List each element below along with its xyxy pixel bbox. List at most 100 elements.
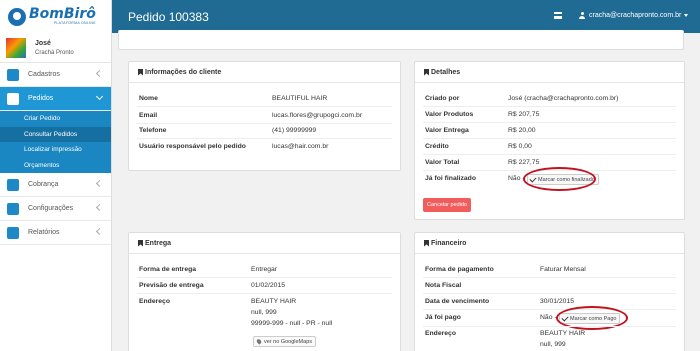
google-maps-button[interactable]: ver no GoogleMaps: [253, 336, 316, 347]
entrega-panel: Entrega Forma de entrega Entregar Previs…: [128, 232, 401, 351]
value-endereco: BEAUTY HAIR: [540, 330, 586, 337]
bar-chart-icon: [7, 226, 19, 239]
sidebar-item-label: Pedidos: [28, 95, 54, 102]
cancel-order-label: Cancelar pedido: [427, 202, 468, 208]
label-nome: Nome: [139, 95, 158, 102]
hamburger-icon[interactable]: [554, 12, 562, 19]
sidebar: BomBirô PLATAFORMA ONLINE José Crachá Pr…: [0, 0, 112, 351]
label-usuario: Usuário responsável pelo pedido: [139, 143, 246, 150]
submenu-orcamentos[interactable]: Orçamentos: [0, 158, 111, 174]
address-line: 99999-999 - null - PR - null: [251, 320, 333, 327]
label-email: Email: [139, 112, 158, 119]
gear-icon: [7, 202, 19, 215]
submenu-localizar-impressao[interactable]: Localizar impressão: [0, 142, 111, 158]
chevron-left-icon: [95, 227, 104, 236]
bookmark-icon: [138, 68, 143, 76]
panel-title: Informações do cliente: [129, 62, 400, 83]
value-pago: Não -: [540, 314, 557, 321]
label-endereco: Endereço: [139, 298, 170, 305]
user-box: José Crachá Pronto: [0, 33, 111, 63]
value-vencimento: 30/01/2015: [540, 298, 575, 305]
bookmark-icon: [424, 239, 429, 247]
logo[interactable]: BomBirô PLATAFORMA ONLINE: [0, 0, 111, 33]
user-icon: [579, 12, 585, 19]
sidebar-item-cobranca[interactable]: Cobrança: [0, 173, 111, 197]
account-email: cracha@crachapronto.com.br: [589, 12, 682, 19]
address-line: null, 999: [251, 309, 277, 316]
label-credito: Crédito: [425, 143, 449, 150]
value-usuario: lucas@hair.com.br: [272, 143, 329, 150]
user-name: José: [35, 39, 51, 47]
label-nota-fiscal: Nota Fiscal: [425, 282, 462, 289]
value-valor-total: R$ 227,75: [508, 159, 540, 166]
value-forma-entrega: Entregar: [251, 266, 278, 273]
label-pago: Já foi pago: [425, 314, 461, 321]
user-role: Crachá Pronto: [35, 49, 74, 56]
sidebar-item-label: Relatórios: [28, 229, 60, 236]
label-endereco: Endereço: [425, 330, 456, 337]
value-nome: BEAUTIFUL HAIR: [272, 95, 328, 102]
sidebar-item-label: Configurações: [28, 205, 74, 212]
account-menu[interactable]: cracha@crachapronto.com.br: [579, 12, 689, 19]
dollar-icon: [7, 178, 19, 191]
edit-icon: [7, 68, 19, 81]
sidebar-item-pedidos[interactable]: Pedidos: [0, 87, 111, 111]
value-criado-por: José (cracha@crachapronto.com.br): [508, 95, 619, 102]
page-title: Pedido 100383: [128, 9, 209, 24]
sidebar-item-label: Cobrança: [28, 181, 59, 188]
financeiro-panel: Financeiro Forma de pagamento Faturar Me…: [414, 232, 685, 351]
detalhes-panel: Detalhes Criado por José (cracha@crachap…: [414, 61, 685, 220]
panel-title: Detalhes: [415, 62, 684, 83]
google-maps-label: ver no GoogleMaps: [264, 338, 312, 345]
value-previsao: 01/02/2015: [251, 282, 286, 289]
sidebar-item-cadastros[interactable]: Cadastros: [0, 63, 111, 87]
cancel-order-button[interactable]: Cancelar pedido: [423, 198, 472, 212]
chevron-left-icon: [95, 179, 104, 188]
panel-title: Financeiro: [415, 233, 684, 254]
label-valor-produtos: Valor Produtos: [425, 111, 474, 118]
label-previsao: Previsão de entrega: [139, 282, 204, 289]
sidebar-item-configuracoes[interactable]: Configurações: [0, 197, 111, 221]
value-endereco: BEAUTY HAIR: [251, 298, 297, 305]
value-valor-produtos: R$ 207,75: [508, 111, 540, 118]
value-telefone: (41) 99999999: [272, 127, 317, 134]
panel-title: Entrega: [129, 233, 400, 254]
value-email: lucas.flores@grupogci.com.br: [272, 112, 363, 119]
label-valor-entrega: Valor Entrega: [425, 127, 469, 134]
logo-icon: [8, 7, 26, 26]
brand-name: BomBirô: [29, 6, 96, 22]
sidebar-item-relatorios[interactable]: Relatórios: [0, 221, 111, 245]
value-forma-pagamento: Faturar Mensal: [540, 266, 586, 273]
cliente-panel: Informações do cliente Nome BEAUTIFUL HA…: [128, 61, 401, 171]
topbar: Pedido 100383 cracha@crachapronto.com.br: [112, 0, 700, 33]
submenu-consultar-pedidos[interactable]: Consultar Pedidos: [0, 126, 111, 142]
chevron-left-icon: [95, 203, 104, 212]
map-pin-icon: [255, 338, 263, 345]
label-forma-pagamento: Forma de pagamento: [425, 266, 494, 273]
annotation-circle: [523, 167, 596, 191]
label-finalizado: Já foi finalizado: [425, 175, 476, 182]
label-telefone: Telefone: [139, 127, 167, 134]
value-valor-entrega: R$ 20,00: [508, 127, 536, 134]
chevron-left-icon: [95, 69, 104, 78]
panel-title-text: Informações do cliente: [145, 68, 222, 76]
label-criado-por: Criado por: [425, 95, 460, 102]
panel-title-text: Detalhes: [431, 68, 461, 76]
address-line: null, 999: [540, 341, 566, 348]
avatar: [6, 37, 26, 58]
panel-title-text: Entrega: [145, 239, 172, 247]
submenu-criar-pedido[interactable]: Criar Pedido: [0, 111, 111, 127]
bookmark-icon: [138, 239, 143, 247]
caret-down-icon: [684, 14, 689, 17]
label-forma-entrega: Forma de entrega: [139, 266, 197, 273]
panel-title-text: Financeiro: [431, 239, 467, 247]
sidebar-item-label: Cadastros: [28, 71, 60, 78]
chevron-down-icon: [95, 92, 104, 101]
document-icon: [7, 92, 19, 105]
bookmark-icon: [424, 68, 429, 76]
label-vencimento: Data de vencimento: [425, 298, 490, 305]
value-credito: R$ 0,00: [508, 143, 532, 150]
top-panel: [118, 30, 684, 50]
label-valor-total: Valor Total: [425, 159, 460, 166]
pedidos-submenu: Criar Pedido Consultar Pedidos Localizar…: [0, 111, 111, 173]
